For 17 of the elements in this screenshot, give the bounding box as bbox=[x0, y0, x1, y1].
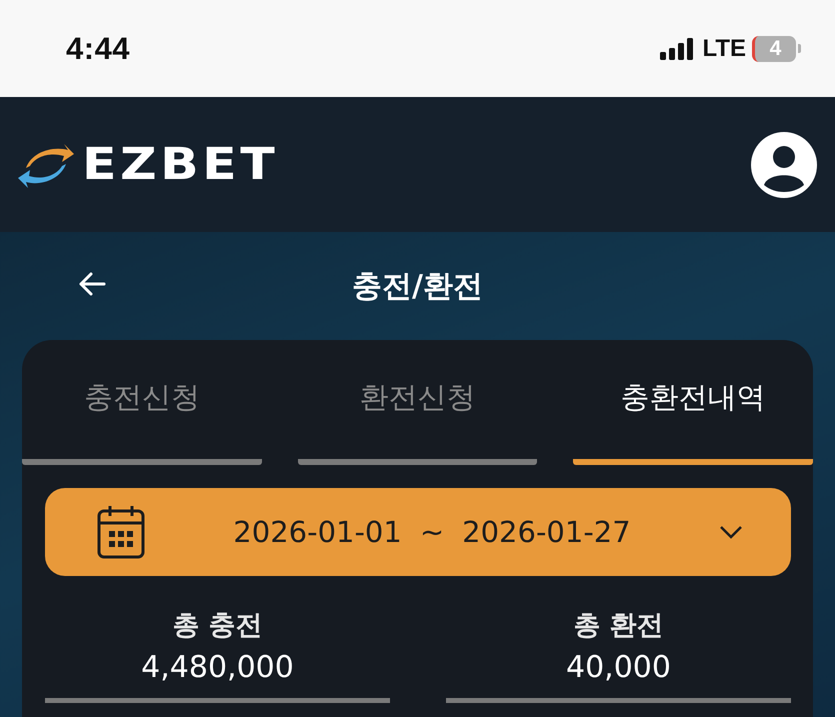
tab[interactable]: 충전신청 bbox=[22, 350, 262, 465]
status-time: 4:44 bbox=[66, 30, 130, 66]
date-range-picker[interactable]: 2026-01-01 ~ 2026-01-27 bbox=[45, 488, 791, 576]
calendar-icon bbox=[97, 505, 145, 559]
logo-icon bbox=[18, 142, 74, 188]
tab[interactable]: 충환전내역 bbox=[573, 350, 813, 465]
total-label: 총 환전 bbox=[573, 609, 664, 643]
tab[interactable]: 환전신청 bbox=[298, 350, 538, 465]
logo-text: EZBET bbox=[82, 139, 278, 190]
network-type: LTE bbox=[702, 34, 746, 62]
total-label: 총 충전 bbox=[172, 609, 263, 643]
profile-icon[interactable] bbox=[751, 132, 817, 198]
total-amount: 40,000 bbox=[566, 649, 671, 687]
page-title: 충전/환전 bbox=[352, 268, 483, 306]
back-arrow-icon[interactable] bbox=[78, 272, 106, 296]
total-amount: 4,480,000 bbox=[141, 649, 294, 687]
chevron-down-icon bbox=[719, 525, 743, 539]
